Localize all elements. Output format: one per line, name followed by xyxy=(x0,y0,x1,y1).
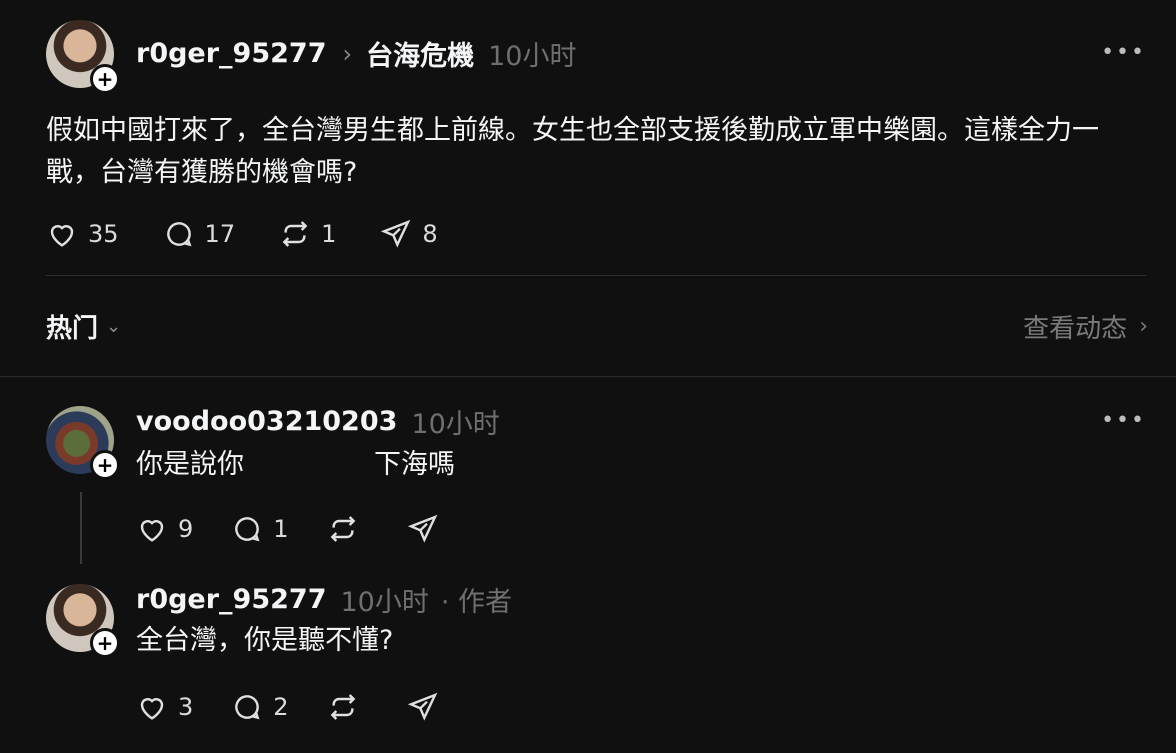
reply1-text: 你是說你 下海嗎 xyxy=(136,444,455,486)
repost-icon xyxy=(330,516,355,542)
repost-icon xyxy=(282,221,308,247)
like-count: 3 xyxy=(178,693,194,721)
follow-plus-icon[interactable]: + xyxy=(90,628,120,658)
comment-button[interactable]: 17 xyxy=(163,218,236,250)
reply1-text-start: 你是說你 xyxy=(136,449,244,480)
reply1-time: 10小时 xyxy=(411,409,500,440)
sort-label: 热门 xyxy=(46,314,99,344)
chevron-down-icon: ⌄ xyxy=(106,316,122,337)
post-username[interactable]: r0ger_95277 xyxy=(136,38,327,69)
like-count: 35 xyxy=(88,220,119,248)
post-actions: 35 17 1 8 xyxy=(46,218,482,250)
repost-count: 1 xyxy=(321,220,337,248)
section-divider xyxy=(0,376,1176,377)
post-more-icon[interactable]: ••• xyxy=(1101,40,1146,65)
repost-button[interactable] xyxy=(327,691,369,723)
thread-page: + r0ger_95277 › 台海危機 10小时 ••• 假如中國打來了，全台… xyxy=(0,0,1176,753)
chevron-right-icon: › xyxy=(1139,314,1148,339)
sort-dropdown[interactable]: 热门 ⌄ xyxy=(46,308,121,345)
repost-button[interactable]: 1 xyxy=(279,218,336,250)
comment-icon xyxy=(166,222,192,247)
comment-icon xyxy=(235,517,260,542)
comment-button[interactable]: 2 xyxy=(231,691,289,723)
comment-count: 1 xyxy=(273,515,289,543)
heart-icon xyxy=(140,520,164,542)
comment-count: 2 xyxy=(273,693,289,721)
view-activity-link[interactable]: 查看动态 › xyxy=(1023,308,1148,345)
like-button[interactable]: 9 xyxy=(136,513,193,545)
share-icon xyxy=(407,514,437,543)
reply2-username[interactable]: r0ger_95277 xyxy=(136,584,327,615)
share-icon xyxy=(407,692,437,721)
post-text: 假如中國打來了，全台灣男生都上前線。女生也全部支援後勤成立軍中樂園。這樣全力一 … xyxy=(46,110,1146,194)
reply1-header: voodoo03210203 10小时 xyxy=(136,402,500,441)
post-topic[interactable]: 台海危機 xyxy=(366,34,474,73)
share-button[interactable] xyxy=(407,691,449,723)
comment-button[interactable]: 1 xyxy=(231,513,289,545)
comment-count: 17 xyxy=(204,220,236,248)
reply2-time: 10小时 xyxy=(340,587,429,618)
chevron-right-icon: › xyxy=(342,39,353,68)
post-time: 10小时 xyxy=(488,41,577,72)
like-button[interactable]: 35 xyxy=(46,218,119,250)
thread-line xyxy=(80,492,82,564)
reply1-avatar[interactable]: + xyxy=(46,406,120,480)
post-avatar[interactable]: + xyxy=(46,20,120,94)
post-header: r0ger_95277 › 台海危機 10小时 xyxy=(136,34,576,73)
share-button[interactable]: 8 xyxy=(380,218,438,250)
reply1-username[interactable]: voodoo03210203 xyxy=(136,406,397,437)
follow-plus-icon[interactable]: + xyxy=(90,64,120,94)
reply2-actions: 3 2 xyxy=(136,691,493,723)
share-count: 8 xyxy=(422,220,438,248)
reply1-actions: 9 1 xyxy=(136,513,493,545)
repost-icon xyxy=(330,694,355,720)
share-button[interactable] xyxy=(407,513,449,545)
like-button[interactable]: 3 xyxy=(136,691,193,723)
like-count: 9 xyxy=(178,515,194,543)
author-tag: · 作者 xyxy=(440,587,513,618)
reply2-text: 全台灣，你是聽不懂? xyxy=(136,625,394,656)
activity-label: 查看动态 xyxy=(1023,314,1128,344)
follow-plus-icon[interactable]: + xyxy=(90,450,120,480)
heart-icon xyxy=(50,225,74,247)
reply2-avatar[interactable]: + xyxy=(46,584,120,658)
post-text-line1: 假如中國打來了，全台灣男生都上前線。女生也全部支援後勤成立軍中樂園。這樣全力一 xyxy=(46,115,1099,146)
heart-icon xyxy=(140,698,164,720)
redacted-area xyxy=(244,452,374,479)
share-icon xyxy=(381,219,411,248)
reply1-more-icon[interactable]: ••• xyxy=(1101,408,1146,433)
post-text-line2: 戰，台灣有獲勝的機會嗎? xyxy=(46,157,358,188)
reply2-header: r0ger_95277 10小时 · 作者 xyxy=(136,580,512,619)
reply1-text-end: 下海嗎 xyxy=(374,449,455,480)
repost-button[interactable] xyxy=(327,513,369,545)
comment-icon xyxy=(235,695,260,720)
post-divider xyxy=(46,275,1146,276)
